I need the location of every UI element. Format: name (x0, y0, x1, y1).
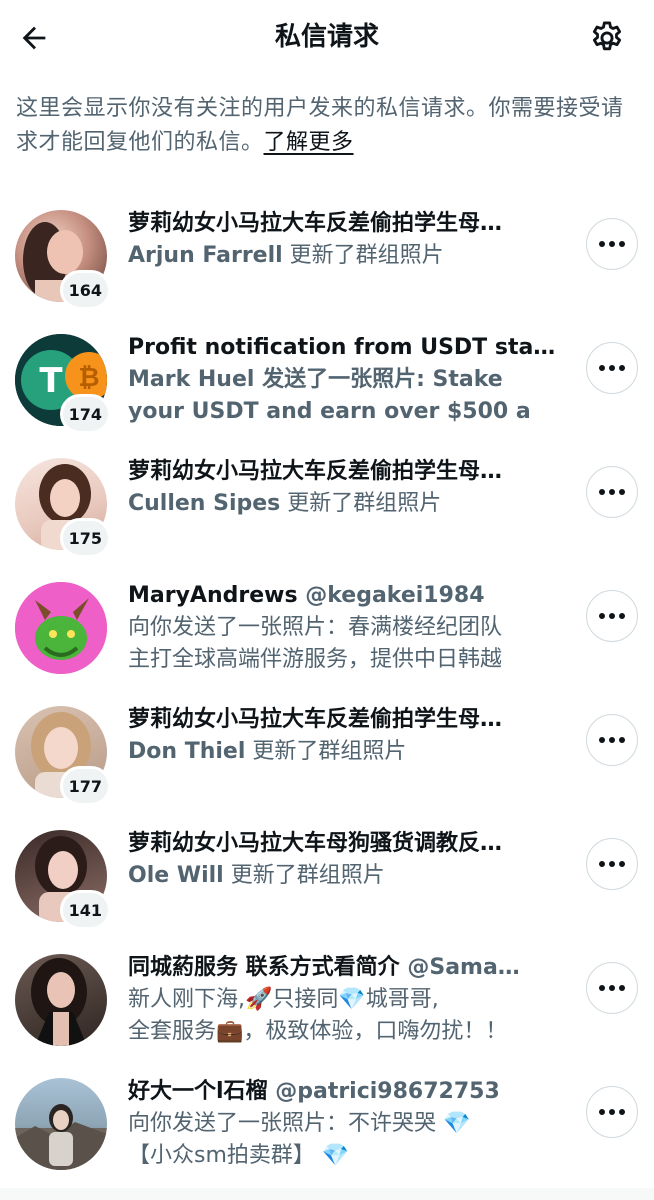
request-preview: 更新了群组照片 (280, 491, 442, 516)
request-title: MaryAndrews (128, 583, 298, 608)
more-options-button[interactable] (586, 218, 638, 270)
more-dots-icon (599, 1109, 605, 1115)
more-options-button[interactable] (586, 590, 638, 642)
avatar: 141 (15, 830, 111, 930)
more-dots-icon (599, 489, 605, 495)
request-item[interactable]: 141 萝莉幼女小马拉大车母狗骚货调教反… Ole Will 更新了群组照片 (0, 816, 654, 930)
request-title: 萝莉幼女小马拉大车母狗骚货调教反… (128, 831, 503, 856)
request-preview-continued: 主打全球高端伴游服务，提供中日韩越 (128, 647, 503, 672)
group-count-badge: 164 (59, 270, 111, 310)
avatar: 164 (15, 210, 111, 310)
request-preview: 更新了群组照片 (282, 243, 444, 268)
avatar: 175 (15, 458, 111, 558)
request-sender: Ole Will (128, 863, 224, 888)
svg-text:T: T (39, 361, 63, 401)
intro-text: 这里会显示你没有关注的用户发来的私信请求。你需要接受请求才能回复他们的私信。了解… (16, 92, 642, 160)
gear-icon (592, 21, 622, 51)
more-dots-icon (599, 613, 605, 619)
more-dots-icon (599, 861, 605, 867)
request-item[interactable]: 同城葯服务 联系方式看简介 @Sama… 新人刚下海,🚀只接同💎城哥哥, 全套服… (0, 940, 654, 1050)
request-title: 萝莉幼女小马拉大车反差偷拍学生母… (128, 211, 503, 236)
request-item[interactable]: MaryAndrews @kegakei1984 向你发送了一张照片：春满楼经纪… (0, 568, 654, 678)
more-dots-icon (599, 737, 605, 743)
more-options-button[interactable] (586, 838, 638, 890)
request-preview: 更新了群组照片 (223, 863, 385, 888)
group-count-badge: 175 (59, 518, 111, 558)
request-title: 同城葯服务 联系方式看简介 (128, 955, 400, 980)
request-preview: 向你发送了一张照片：春满楼经纪团队 (128, 615, 503, 640)
request-sender: Arjun Farrell (128, 243, 283, 268)
request-preview: 新人刚下海,🚀只接同💎城哥哥, (128, 987, 439, 1012)
request-preview: 向你发送了一张照片：不许哭哭 💎 (128, 1111, 471, 1136)
request-title: 萝莉幼女小马拉大车反差偷拍学生母… (128, 707, 503, 732)
request-sender: Don Thiel (128, 739, 246, 764)
request-sender: Cullen Sipes (128, 491, 281, 516)
more-options-button[interactable] (586, 962, 638, 1014)
avatar (15, 954, 109, 1048)
avatar (15, 1078, 109, 1172)
header: 私信请求 (0, 0, 654, 76)
svg-text:₿: ₿ (78, 363, 99, 393)
more-dots-icon (599, 241, 605, 247)
request-preview: 更新了群组照片 (245, 739, 407, 764)
request-item[interactable]: 175 萝莉幼女小马拉大车反差偷拍学生母… Cullen Sipes 更新了群组… (0, 444, 654, 558)
request-preview-continued: 全套服务💼，极致体验，口嗨勿扰！！ (128, 1019, 508, 1044)
request-item[interactable]: 177 萝莉幼女小马拉大车反差偷拍学生母… Don Thiel 更新了群组照片 (0, 692, 654, 806)
request-preview: 发送了一张照片: Stake (254, 367, 503, 392)
request-item[interactable]: T ₿ 174 Profit notification from USDT st… (0, 320, 654, 434)
group-count-badge: 141 (59, 890, 111, 930)
settings-button[interactable] (586, 17, 628, 59)
group-count-badge: 177 (59, 766, 111, 806)
request-preview-continued: your USDT and earn over $500 a (128, 399, 531, 424)
more-options-button[interactable] (586, 466, 638, 518)
request-handle: @patrici98672753 (275, 1079, 500, 1104)
group-count-badge: 174 (59, 394, 111, 434)
request-sender: Mark Huel (128, 367, 255, 392)
more-dots-icon (599, 365, 605, 371)
avatar (15, 582, 109, 676)
request-title: 好大一个l石榴 (128, 1079, 268, 1104)
request-title: Profit notification from USDT sta… (128, 335, 556, 360)
more-options-button[interactable] (586, 1086, 638, 1138)
request-title: 萝莉幼女小马拉大车反差偷拍学生母… (128, 459, 503, 484)
more-options-button[interactable] (586, 714, 638, 766)
more-dots-icon (599, 985, 605, 991)
avatar: T ₿ 174 (15, 334, 111, 434)
learn-more-link[interactable]: 了解更多 (264, 130, 354, 155)
page-title: 私信请求 (274, 22, 379, 52)
bottom-edge (0, 1188, 654, 1200)
more-options-button[interactable] (586, 342, 638, 394)
request-preview-continued: 【小众sm拍卖群】 💎 (128, 1143, 350, 1168)
request-item[interactable]: 好大一个l石榴 @patrici98672753 向你发送了一张照片：不许哭哭 … (0, 1064, 654, 1174)
request-handle: @Sama… (407, 955, 520, 980)
avatar: 177 (15, 706, 111, 806)
request-item[interactable]: 164 萝莉幼女小马拉大车反差偷拍学生母… Arjun Farrell 更新了群… (0, 196, 654, 310)
request-handle: @kegakei1984 (305, 583, 485, 608)
